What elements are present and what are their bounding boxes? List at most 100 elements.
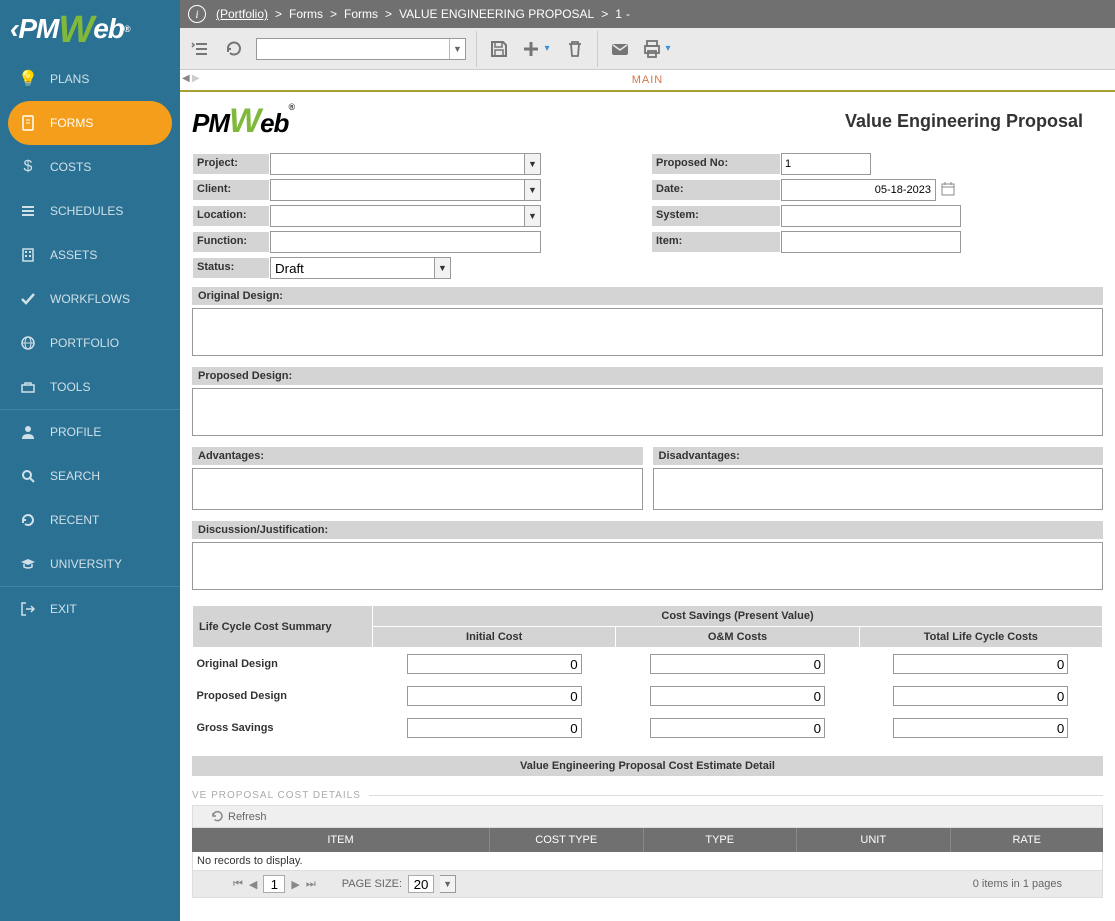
add-icon[interactable] [521, 37, 541, 61]
chevron-down-icon[interactable]: ▼ [449, 39, 465, 59]
ve-cost-details-fieldset: VE PROPOSAL COST DETAILS [192, 790, 1103, 801]
original-design-label: Original Design: [192, 287, 1103, 305]
sidebar-item-university[interactable]: UNIVERSITY [0, 542, 180, 586]
page-input[interactable] [263, 875, 285, 893]
original-design-input[interactable] [192, 308, 1103, 356]
page-size-dropdown[interactable]: ▼ [440, 875, 456, 893]
breadcrumb: i (Portfolio) > Forms > Forms > VALUE EN… [180, 0, 1115, 28]
client-label: Client: [192, 179, 270, 201]
info-icon[interactable]: i [188, 5, 206, 23]
print-icon[interactable] [642, 37, 662, 61]
save-icon[interactable] [487, 37, 511, 61]
sidebar-item-recent[interactable]: RECENT [0, 498, 180, 542]
breadcrumb-forms2: Forms [344, 7, 378, 21]
sidebar-item-label: TOOLS [50, 380, 90, 394]
client-input[interactable] [270, 179, 525, 201]
print-dropdown[interactable]: ▾ [662, 39, 674, 59]
gross-oanm-input[interactable] [650, 718, 825, 738]
disadvantages-input[interactable] [653, 468, 1104, 510]
user-icon [16, 424, 40, 440]
col-rate[interactable]: RATE [951, 828, 1104, 852]
status-dropdown[interactable]: ▼ [435, 257, 451, 279]
orig-oanm-input[interactable] [650, 654, 825, 674]
advantages-input[interactable] [192, 468, 643, 510]
cost-estimate-detail-title: Value Engineering Proposal Cost Estimate… [192, 756, 1103, 776]
breadcrumb-forms: Forms [289, 7, 323, 21]
orig-total-input[interactable] [893, 654, 1068, 674]
life-cycle-summary-header: Life Cycle Cost Summary [193, 606, 373, 648]
col-cost-type[interactable]: COST TYPE [490, 828, 644, 852]
project-label: Project: [192, 153, 270, 175]
globe-icon [16, 335, 40, 351]
delete-icon[interactable] [563, 37, 587, 61]
col-item[interactable]: ITEM [192, 828, 490, 852]
dollar-icon: $ [16, 158, 40, 176]
col-type[interactable]: TYPE [644, 828, 798, 852]
first-page-icon[interactable]: ⏮ [233, 878, 243, 891]
sidebar-item-forms[interactable]: FORMS [8, 101, 172, 145]
sidebar-item-label: UNIVERSITY [50, 557, 122, 571]
recent-icon [16, 512, 40, 528]
prev-page-icon[interactable]: ◀ [249, 878, 257, 891]
proposed-no-input[interactable] [781, 153, 871, 175]
status-input[interactable] [270, 257, 435, 279]
sidebar-item-portfolio[interactable]: PORTFOLIO [0, 321, 180, 365]
toolbar: ▼ ▾ ▾ [180, 28, 1115, 70]
history-icon[interactable] [222, 37, 246, 61]
location-dropdown[interactable]: ▼ [525, 205, 541, 227]
sidebar-item-schedules[interactable]: SCHEDULES [0, 189, 180, 233]
next-page-icon[interactable]: ▶ [291, 878, 299, 891]
record-selector[interactable]: ▼ [256, 38, 466, 60]
initial-cost-header: Initial Cost [373, 627, 616, 648]
prop-oanm-input[interactable] [650, 686, 825, 706]
project-dropdown[interactable]: ▼ [525, 153, 541, 175]
next-tab-icon[interactable]: ▶ [192, 73, 202, 87]
prop-total-input[interactable] [893, 686, 1068, 706]
graduation-icon [16, 556, 40, 572]
brand-logo: PMWeb® [192, 102, 294, 141]
status-label: Status: [192, 257, 270, 279]
oanm-header: O&M Costs [616, 627, 859, 648]
prev-tab-icon[interactable]: ◀ [182, 73, 192, 87]
sidebar-item-search[interactable]: SEARCH [0, 454, 180, 498]
tab-main[interactable]: MAIN [632, 74, 664, 86]
item-label: Item: [651, 231, 781, 253]
calendar-icon[interactable] [941, 182, 957, 198]
location-input[interactable] [270, 205, 525, 227]
page-size-input[interactable] [408, 875, 434, 893]
tab-row: ◀ ▶ MAIN [180, 70, 1115, 92]
client-dropdown[interactable]: ▼ [525, 179, 541, 201]
sidebar-item-assets[interactable]: ASSETS [0, 233, 180, 277]
last-page-icon[interactable]: ⏭ [306, 878, 316, 891]
outline-icon[interactable] [188, 37, 212, 61]
system-input[interactable] [781, 205, 961, 227]
sidebar-item-tools[interactable]: TOOLS [0, 365, 180, 409]
project-input[interactable] [270, 153, 525, 175]
gross-total-input[interactable] [893, 718, 1068, 738]
sidebar-item-workflows[interactable]: WORKFLOWS [0, 277, 180, 321]
toolbox-icon [16, 379, 40, 395]
sidebar-item-costs[interactable]: $ COSTS [0, 145, 180, 189]
gross-initial-input[interactable] [407, 718, 582, 738]
sidebar-item-profile[interactable]: PROFILE [0, 410, 180, 454]
proposed-design-input[interactable] [192, 388, 1103, 436]
item-input[interactable] [781, 231, 961, 253]
sidebar-item-label: PLANS [50, 72, 89, 86]
sidebar-item-plans[interactable]: 💡 PLANS [0, 57, 180, 101]
clipboard-icon [16, 115, 40, 131]
orig-initial-input[interactable] [407, 654, 582, 674]
function-input[interactable] [270, 231, 541, 253]
building-icon [16, 247, 40, 263]
date-input[interactable] [781, 179, 936, 201]
breadcrumb-portfolio[interactable]: (Portfolio) [216, 7, 268, 21]
discussion-input[interactable] [192, 542, 1103, 590]
sidebar-item-exit[interactable]: EXIT [0, 587, 180, 631]
email-icon[interactable] [608, 37, 632, 61]
add-dropdown[interactable]: ▾ [541, 39, 553, 59]
row-proposed: Proposed Design [193, 680, 373, 712]
cost-summary-table: Life Cycle Cost Summary Cost Savings (Pr… [192, 605, 1103, 744]
refresh-button[interactable]: Refresh [228, 811, 267, 823]
prop-initial-input[interactable] [407, 686, 582, 706]
refresh-icon[interactable] [211, 810, 224, 823]
col-unit[interactable]: UNIT [797, 828, 951, 852]
